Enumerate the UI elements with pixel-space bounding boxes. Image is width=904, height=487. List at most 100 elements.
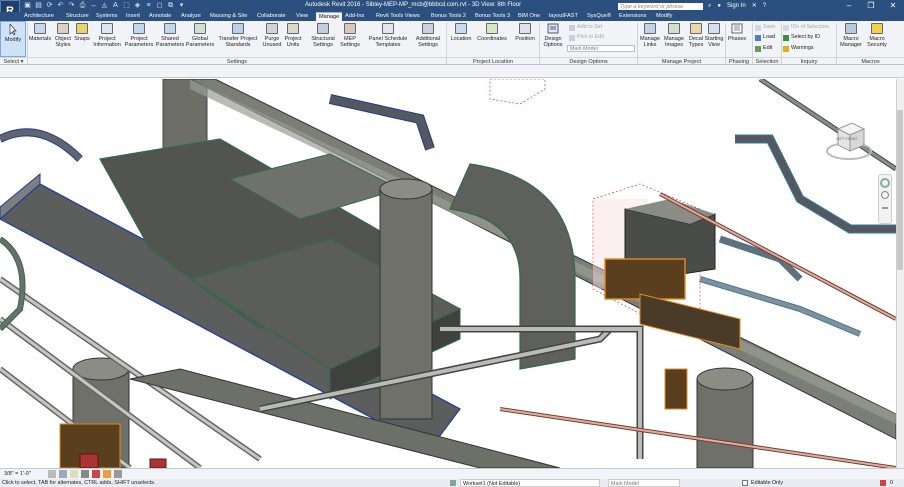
user-icon[interactable]: ● [717, 1, 721, 11]
3d-view-canvas[interactable]: LEFT FRONT [0, 79, 896, 468]
pick-to-edit-button[interactable]: Pick to Edit [569, 34, 604, 41]
help-icon[interactable]: ? [763, 1, 766, 11]
project-parameters-button[interactable]: Project Parameters [123, 23, 155, 48]
text-icon[interactable]: A [111, 1, 120, 10]
binoculars-icon[interactable]: ⌕ [708, 1, 711, 11]
selection-save-button[interactable]: Save [755, 24, 775, 31]
tab-layoutfast[interactable]: layoutFAST [549, 12, 578, 21]
project-information-button[interactable]: Project Information [91, 23, 123, 48]
view-scale[interactable]: 3/8" = 1'-0" [4, 470, 31, 478]
shared-parameters-button[interactable]: Shared Parameters [155, 23, 185, 48]
detail-level-icon[interactable] [48, 470, 56, 478]
save-icon[interactable]: ▤ [34, 1, 43, 10]
selection-load-button[interactable]: Load [755, 34, 775, 41]
transfer-project-standards-button[interactable]: Transfer Project Standards [215, 23, 261, 48]
phases-icon [731, 23, 743, 34]
selection-edit-button[interactable]: Edit [755, 45, 772, 52]
starting-view-button[interactable]: Starting View [704, 23, 724, 48]
filter-icon[interactable] [880, 480, 886, 486]
materials-button[interactable]: Materials [28, 23, 52, 42]
exchange-icon[interactable]: ✕ [752, 1, 757, 11]
position-button[interactable]: Position [511, 23, 539, 42]
add-to-set-button[interactable]: Add to Set [569, 24, 602, 31]
tab-manage[interactable]: Manage [316, 12, 343, 21]
phases-button[interactable]: Phases [726, 23, 748, 42]
project-units-button[interactable]: Project Units [283, 23, 303, 48]
temporary-hide-icon[interactable] [103, 470, 111, 478]
workset-select[interactable]: Workset1 (Not Editable) [460, 479, 600, 487]
tab-structure[interactable]: Structure [66, 12, 89, 21]
close-button[interactable]: ✕ [882, 0, 904, 11]
tab-bonus-tools-2[interactable]: Bonus Tools 2 [431, 12, 466, 21]
macro-manager-button[interactable]: Macro Manager [838, 23, 864, 48]
tab-annotate[interactable]: Annotate [149, 12, 171, 21]
tab-add-ins[interactable]: Add-Ins [345, 12, 364, 21]
tab-bim-one[interactable]: BIM One [518, 12, 540, 21]
design-option-select[interactable]: Main Model [567, 45, 635, 52]
snaps-button[interactable]: Snaps [74, 23, 90, 42]
print-icon[interactable]: ⎙ [78, 1, 87, 10]
design-option-status[interactable]: Main Model [608, 479, 680, 487]
manage-links-button[interactable]: Manage Links [638, 23, 662, 48]
tab-sysque[interactable]: SysQue® [587, 12, 611, 21]
reveal-hidden-icon[interactable] [114, 470, 122, 478]
starting-view-label: Starting View [704, 36, 724, 48]
window-title: Autodesk Revit 2016 - Sibley-MEP-MP_mcb@… [305, 2, 522, 8]
tab-bonus-tools-3[interactable]: Bonus Tools 3 [475, 12, 510, 21]
tab-collaborate[interactable]: Collaborate [257, 12, 286, 21]
undo-icon[interactable]: ↶ [56, 1, 65, 10]
location-button[interactable]: Location [447, 23, 475, 42]
tab-architecture[interactable]: Architecture [24, 12, 54, 21]
panel-select-label[interactable]: Select ▾ [0, 57, 27, 65]
thin-lines-icon[interactable]: ≡ [144, 1, 153, 10]
manage-images-button[interactable]: Manage Images [662, 23, 686, 48]
close-hidden-icon[interactable]: ◻ [155, 1, 164, 10]
additional-settings-button[interactable]: Additional Settings [411, 23, 445, 48]
warnings-button[interactable]: Warnings [783, 45, 814, 52]
nav-menu-icon[interactable] [882, 207, 888, 209]
maximize-button[interactable]: ❐ [860, 0, 882, 11]
open-icon[interactable]: ▣ [23, 1, 32, 10]
panel-schedule-templates-button[interactable]: Panel Schedule Templates [365, 23, 411, 48]
crop-view-icon[interactable] [92, 470, 100, 478]
editable-only-checkbox[interactable] [742, 480, 748, 486]
tab-revit-tools-views[interactable]: Revit Tools Views [376, 12, 420, 21]
design-options-button[interactable]: Design Options [541, 23, 565, 48]
purge-unused-button[interactable]: Purge Unused [261, 23, 283, 48]
tab-view[interactable]: View [296, 12, 308, 21]
tab-extensions[interactable]: Extensions [619, 12, 646, 21]
tab-modify[interactable]: Modify [656, 12, 672, 21]
object-styles-button[interactable]: Object Styles [52, 23, 74, 48]
search-input[interactable]: Type a keyword or phrase [617, 2, 704, 11]
mep-settings-button[interactable]: MEP Settings [339, 23, 361, 48]
tab-analyze[interactable]: Analyze [181, 12, 201, 21]
tag-icon[interactable]: ◬ [100, 1, 109, 10]
viewcube[interactable]: LEFT FRONT [824, 119, 874, 163]
3d-view-icon[interactable]: ⬚ [122, 1, 131, 10]
global-parameters-button[interactable]: Global Parameters [185, 23, 215, 48]
select-by-id-button[interactable]: Select by ID [783, 34, 820, 41]
shadows-icon[interactable] [81, 470, 89, 478]
section-icon[interactable]: ◈ [133, 1, 142, 10]
minimize-button[interactable]: – [838, 0, 860, 11]
scrollbar-thumb[interactable] [897, 110, 903, 270]
tab-insert[interactable]: Insert [126, 12, 140, 21]
sync-icon[interactable]: ⟳ [45, 1, 54, 10]
sign-in-link[interactable]: Sign In [727, 1, 746, 11]
steering-wheel-icon[interactable] [880, 178, 890, 188]
dropdown-icon[interactable]: ▾ [177, 1, 186, 10]
modify-button[interactable]: Modify [0, 21, 26, 57]
decal-types-button[interactable]: Decal Types [686, 23, 706, 48]
switch-windows-icon[interactable]: ⧉ [166, 1, 175, 10]
coordinates-button[interactable]: Coordinates [475, 23, 509, 42]
redo-icon[interactable]: ↷ [67, 1, 76, 10]
macro-security-button[interactable]: Macro Security [864, 23, 890, 48]
measure-icon[interactable]: ↔ [89, 1, 98, 10]
tab-systems[interactable]: Systems [96, 12, 117, 21]
zoom-icon[interactable] [881, 191, 889, 199]
structural-settings-button[interactable]: Structural Settings [307, 23, 339, 48]
tab-massing-site[interactable]: Massing & Site [210, 12, 247, 21]
ids-of-selection-button[interactable]: IDs of Selection [783, 24, 829, 31]
sun-path-icon[interactable] [70, 470, 78, 478]
visual-style-icon[interactable] [59, 470, 67, 478]
